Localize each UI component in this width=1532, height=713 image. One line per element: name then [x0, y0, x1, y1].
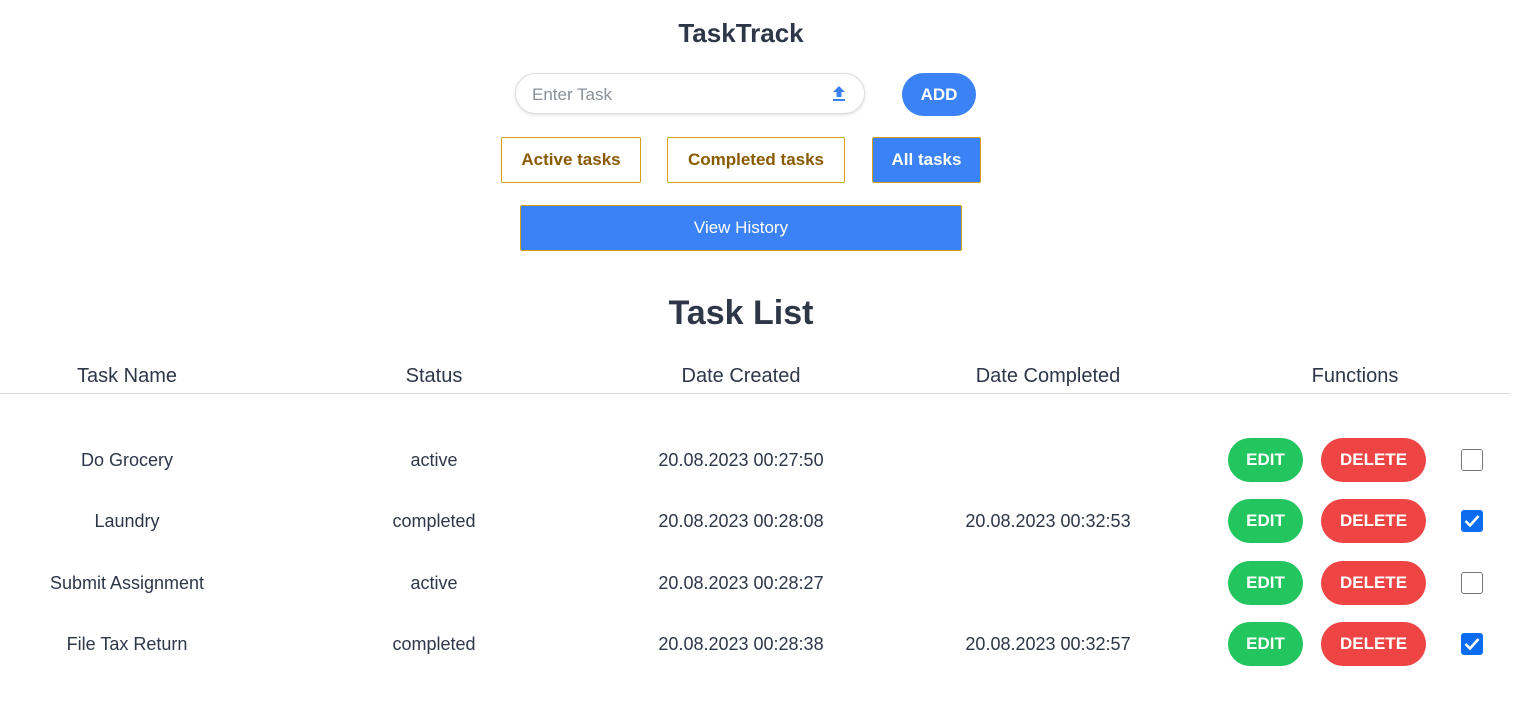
task-name: File Tax Return	[66, 634, 188, 654]
delete-button[interactable]: DELETE	[1321, 622, 1426, 666]
edit-button[interactable]: EDIT	[1228, 622, 1303, 666]
column-header-status: Status	[405, 365, 463, 387]
column-header-date-created: Date Created	[681, 365, 801, 387]
task-name: Submit Assignment	[49, 573, 205, 593]
task-name: Laundry	[94, 511, 160, 531]
task-date-completed: 20.08.2023 00:32:53	[965, 511, 1131, 531]
task-status: active	[410, 450, 458, 470]
table-row: Laundry completed 20.08.2023 00:28:08 20…	[0, 499, 1510, 543]
delete-button[interactable]: DELETE	[1321, 561, 1426, 605]
delete-button[interactable]: DELETE	[1321, 499, 1426, 543]
task-name: Do Grocery	[80, 450, 174, 470]
column-header-functions: Functions	[1311, 365, 1399, 387]
filter-completed-tasks[interactable]: Completed tasks	[667, 137, 845, 183]
task-date-completed: 20.08.2023 00:32:57	[965, 634, 1131, 654]
task-done-checkbox[interactable]	[1461, 449, 1483, 471]
task-input-container	[515, 73, 865, 115]
edit-button[interactable]: EDIT	[1228, 499, 1303, 543]
edit-button[interactable]: EDIT	[1228, 561, 1303, 605]
task-input[interactable]	[530, 74, 824, 115]
checkmark-icon	[1464, 638, 1480, 651]
task-date-created: 20.08.2023 00:28:38	[658, 634, 824, 654]
filter-all-tasks[interactable]: All tasks	[872, 137, 981, 183]
task-done-checkbox[interactable]	[1461, 572, 1483, 594]
task-done-checkbox[interactable]	[1461, 510, 1483, 532]
edit-button[interactable]: EDIT	[1228, 438, 1303, 482]
task-status: completed	[392, 511, 476, 531]
task-status: active	[410, 573, 458, 593]
task-date-created: 20.08.2023 00:28:08	[658, 511, 824, 531]
column-header-date-completed: Date Completed	[975, 365, 1121, 387]
view-history-button[interactable]: View History	[520, 205, 962, 251]
table-row: File Tax Return completed 20.08.2023 00:…	[0, 622, 1510, 666]
upload-icon[interactable]	[832, 85, 846, 102]
checkmark-icon	[1464, 515, 1480, 528]
app-title: TaskTrack	[678, 18, 804, 48]
table-row: Submit Assignment active 20.08.2023 00:2…	[0, 561, 1510, 605]
task-date-created: 20.08.2023 00:27:50	[658, 450, 824, 470]
delete-button[interactable]: DELETE	[1321, 438, 1426, 482]
task-status: completed	[392, 634, 476, 654]
table-row: Do Grocery active 20.08.2023 00:27:50 ED…	[0, 438, 1510, 482]
task-done-checkbox[interactable]	[1461, 633, 1483, 655]
table-header: Task Name Status Date Created Date Compl…	[0, 362, 1510, 394]
column-header-task-name: Task Name	[76, 365, 178, 387]
add-button[interactable]: ADD	[902, 73, 976, 116]
task-date-created: 20.08.2023 00:28:27	[658, 573, 824, 593]
task-list-title: Task List	[668, 294, 814, 332]
filter-active-tasks[interactable]: Active tasks	[501, 137, 641, 183]
